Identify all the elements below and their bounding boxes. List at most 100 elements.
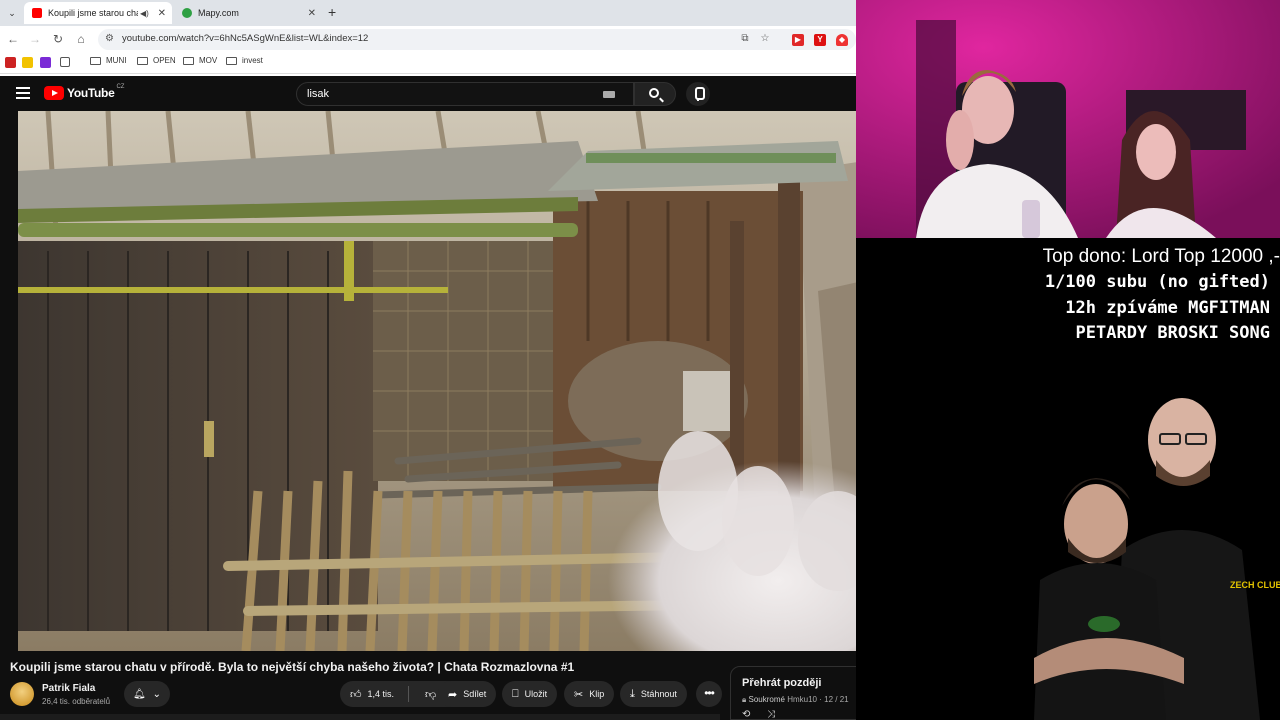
bookmarks-bar: MUNI OPEN MOV invest	[0, 52, 856, 74]
back-icon[interactable]: ←	[5, 31, 21, 47]
bookmark-folder-open[interactable]: OPEN	[137, 56, 176, 65]
folder-icon	[90, 56, 101, 65]
video-player[interactable]	[18, 111, 856, 651]
bookmark-label: OPEN	[153, 56, 176, 65]
bookmark-folder-invest[interactable]: invest	[226, 56, 263, 65]
thumbs-down-icon[interactable]: 👎︎	[425, 688, 436, 701]
browser-window: ⌄ Koupili jsme starou chatu v p ◀) ✕ Map…	[0, 0, 856, 720]
download-icon: ⤓	[630, 687, 635, 700]
chevron-down-icon: ⌄	[152, 688, 162, 700]
playlist-panel: Přehrát později 🔒︎ Soukromé Hmku10 · 12 …	[730, 666, 856, 720]
extension-y-icon[interactable]: Y	[814, 34, 826, 46]
tab-strip: ⌄ Koupili jsme starou chatu v p ◀) ✕ Map…	[0, 0, 856, 26]
bookmark-star-icon[interactable]: ☆	[759, 33, 771, 45]
search-button[interactable]	[634, 82, 676, 106]
forward-icon[interactable]: →	[27, 31, 43, 47]
top-donation-text: Top dono: Lord Top 12000 ,-	[1042, 246, 1280, 267]
new-tab-button[interactable]: +	[328, 4, 336, 20]
bell-icon: 🔔︎	[132, 688, 146, 700]
video-title: Koupili jsme starou chatu v přírodě. Byl…	[10, 660, 575, 674]
url-text[interactable]: youtube.com/watch?v=6hNc5ASgWnE&list=WL&…	[122, 33, 368, 44]
subscriber-count: 26,4 tis. odběratelů	[42, 697, 111, 706]
voice-search-icon[interactable]	[686, 82, 710, 106]
share-icon: ➦	[448, 688, 458, 701]
bookmark-app-icon[interactable]	[22, 57, 33, 68]
avatar[interactable]	[10, 682, 34, 706]
save-label: Uložit	[524, 689, 548, 699]
playlist-position: 12 / 21	[824, 695, 849, 704]
close-tab-icon[interactable]: ✕	[308, 8, 316, 19]
playlist-title[interactable]: Přehrát později	[742, 677, 821, 689]
download-button[interactable]: ⤓ Stáhnout	[620, 681, 687, 707]
thumbs-up-icon[interactable]: 👍︎	[350, 688, 362, 701]
share-label: Sdílet	[463, 689, 487, 699]
reload-icon[interactable]: ↻	[50, 31, 66, 47]
folder-icon	[137, 56, 148, 65]
search-input[interactable]: lisak	[296, 82, 634, 106]
description-box-edge	[0, 714, 720, 720]
install-app-icon[interactable]: ⧉	[739, 33, 751, 45]
tab-search-button[interactable]: ⌄	[4, 5, 20, 21]
youtube-icon	[32, 8, 42, 18]
mapy-icon	[182, 8, 192, 18]
playlist-meta: 🔒︎ Soukromé Hmku10 · 12 / 21	[742, 695, 849, 705]
divider	[408, 686, 410, 702]
bookmark-label: MOV	[199, 56, 218, 65]
webcam-image	[856, 0, 1280, 238]
webcam-feed	[856, 0, 1280, 238]
search-icon	[649, 88, 659, 98]
youtube-header: YouTube CZ lisak	[0, 76, 856, 112]
keyboard-icon[interactable]	[603, 91, 615, 98]
download-label: Stáhnout	[640, 689, 677, 699]
playlist-owner[interactable]: Hmku10	[787, 695, 817, 704]
apps-grid-icon[interactable]	[60, 57, 70, 67]
tab-mapy[interactable]: Mapy.com ✕	[174, 2, 322, 24]
search-value[interactable]: lisak	[307, 88, 329, 100]
notification-bell-button[interactable]: 🔔︎ ⌄	[124, 681, 170, 707]
close-tab-icon[interactable]: ✕	[158, 8, 166, 19]
lock-icon: 🔒︎	[742, 695, 747, 704]
promo-image: ZECH CLUB	[1004, 388, 1280, 720]
like-count[interactable]: 1,4 tis.	[368, 689, 395, 699]
youtube-page: YouTube CZ lisak Koupili jsme starou cha…	[0, 76, 856, 720]
speaker-icon[interactable]: ◀)	[140, 9, 149, 18]
share-button[interactable]: ➦ Sdílet	[438, 681, 497, 707]
playlist-privacy: Soukromé	[748, 695, 785, 704]
more-actions-icon[interactable]: •••	[696, 681, 722, 707]
clip-button[interactable]: ✂ Klip	[564, 681, 615, 707]
country-code: CZ	[116, 84, 125, 90]
shuffle-icon[interactable]: ⤨	[767, 709, 775, 720]
folder-icon	[226, 56, 237, 65]
channel-name[interactable]: Patrik Fiala	[42, 683, 95, 694]
youtube-play-icon	[44, 86, 64, 100]
site-info-icon[interactable]: ⚙	[105, 33, 114, 44]
goal-reward-line-2: PETARDY BROSKI SONG	[1075, 323, 1270, 343]
bookmark-app-icon[interactable]	[5, 57, 16, 68]
bookmark-app-icon[interactable]	[40, 57, 51, 68]
video-frame	[18, 111, 856, 651]
separator-dot: ·	[819, 695, 822, 704]
shirt-logo-text: ZECH CLUB	[1230, 580, 1280, 590]
bookmark-folder-mov[interactable]: MOV	[183, 56, 217, 65]
save-button[interactable]: ⎕ Uložit	[502, 681, 558, 707]
tab-title: Koupili jsme starou chatu v p	[48, 8, 138, 18]
home-icon[interactable]: ⌂	[73, 31, 89, 47]
bookmark-icon: ⎕	[512, 687, 519, 700]
tab-title: Mapy.com	[198, 8, 239, 18]
bookmark-folder-muni[interactable]: MUNI	[90, 56, 126, 65]
bookmark-label: MUNI	[106, 56, 127, 65]
address-bar[interactable]: ⚙ youtube.com/watch?v=6hNc5ASgWnE&list=W…	[98, 29, 856, 50]
goal-reward-line-1: 12h zpíváme MGFITMAN	[1065, 298, 1270, 318]
hamburger-menu-icon[interactable]	[16, 87, 30, 99]
sub-goal-text: 1/100 subu (no gifted)	[1044, 272, 1270, 292]
browser-toolbar: ← → ↻ ⌂ ⚙ youtube.com/watch?v=6hNc5ASgWn…	[0, 26, 856, 52]
folder-icon	[183, 56, 194, 65]
loop-icon[interactable]: ⟲	[742, 709, 750, 720]
clip-label: Klip	[589, 689, 605, 699]
extension-shield-icon[interactable]: ◆	[836, 34, 848, 46]
tab-youtube[interactable]: Koupili jsme starou chatu v p ◀) ✕	[24, 2, 172, 24]
youtube-logo[interactable]: YouTube CZ	[44, 84, 125, 100]
screen: ⌄ Koupili jsme starou chatu v p ◀) ✕ Map…	[0, 0, 1280, 720]
logo-text: YouTube	[67, 86, 115, 100]
extension-youtube-icon[interactable]: ▶	[792, 34, 804, 46]
